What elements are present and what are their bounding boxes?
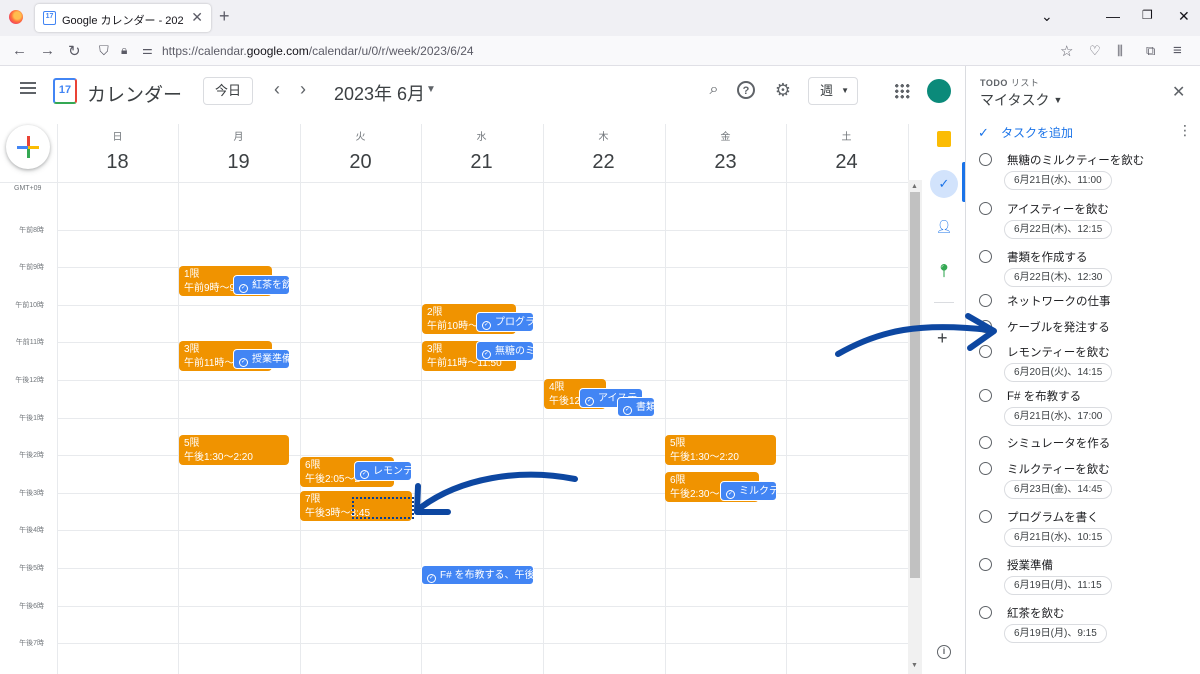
day-header[interactable]: 火 20: [300, 128, 421, 174]
day-number[interactable]: 19: [178, 151, 299, 174]
day-number[interactable]: 22: [543, 151, 664, 174]
day-number[interactable]: 21: [421, 151, 542, 174]
day-of-week: 火: [355, 132, 366, 143]
annotation-arrow-left: [417, 471, 578, 511]
day-number[interactable]: 24: [786, 151, 907, 174]
day-of-week: 土: [841, 132, 852, 143]
day-header[interactable]: 金 23: [665, 128, 786, 174]
day-header[interactable]: 水 21: [421, 128, 542, 174]
day-header[interactable]: 月 19: [178, 128, 299, 174]
day-header[interactable]: 木 22: [543, 128, 664, 174]
annotation-arrows: [414, 313, 997, 515]
day-of-week: 水: [476, 132, 487, 143]
day-header[interactable]: 土 24: [786, 128, 907, 174]
day-header[interactable]: 日 18: [57, 128, 178, 174]
day-number[interactable]: 18: [57, 151, 178, 174]
annotation-arrow-right: [835, 324, 993, 357]
day-of-week: 金: [720, 132, 731, 143]
day-number[interactable]: 23: [665, 151, 786, 174]
day-of-week: 月: [233, 132, 244, 143]
day-of-week: 日: [112, 132, 123, 143]
day-of-week: 木: [598, 132, 609, 143]
day-number[interactable]: 20: [300, 151, 421, 174]
